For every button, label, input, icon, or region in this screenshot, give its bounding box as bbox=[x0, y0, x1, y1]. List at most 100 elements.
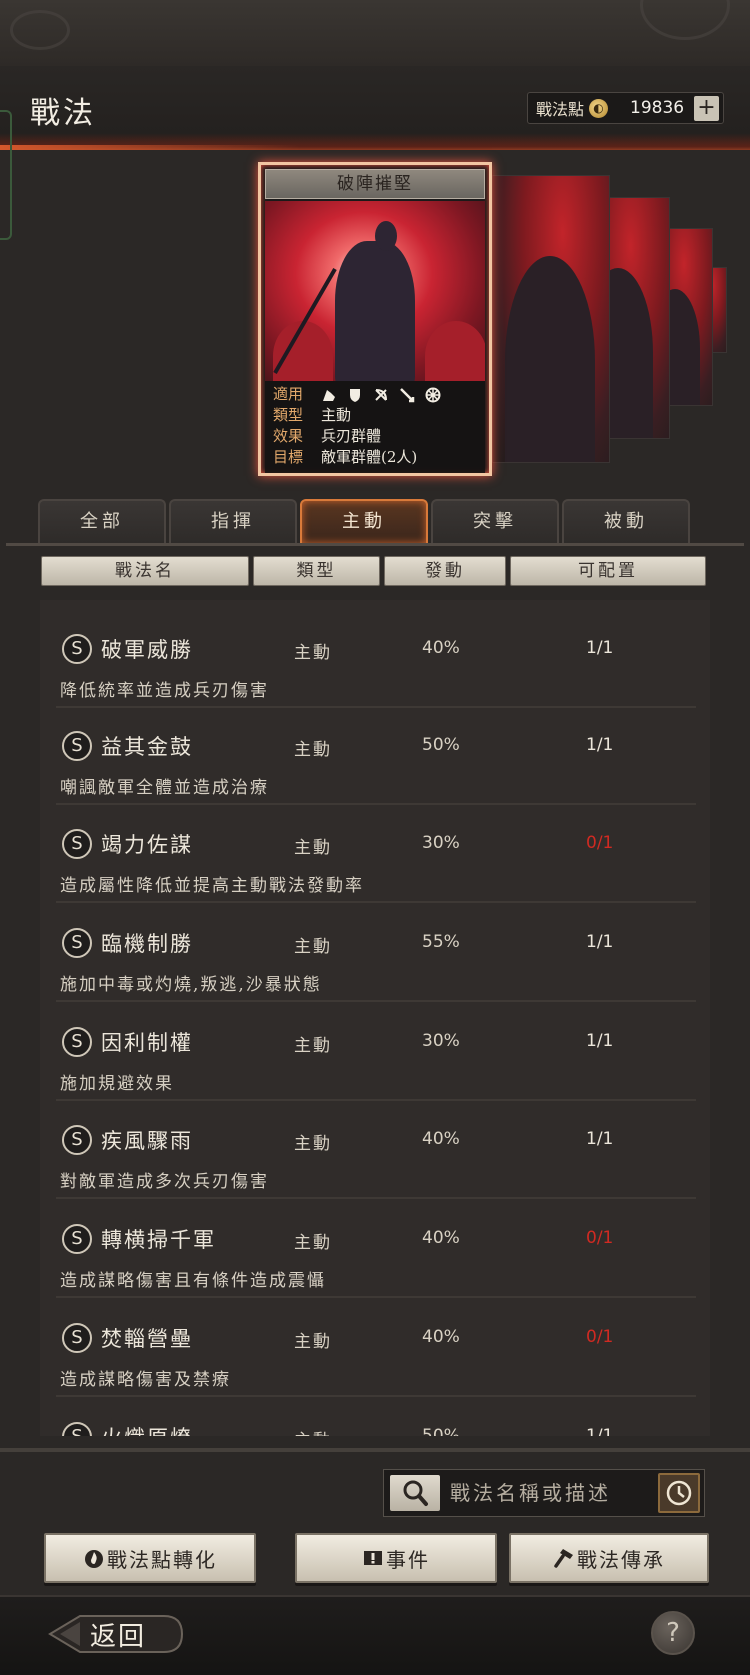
points-coin-icon: ◐ bbox=[589, 98, 609, 118]
info-key-target: 目標 bbox=[273, 448, 304, 466]
info-value-type: 主動 bbox=[321, 406, 352, 424]
clock-icon bbox=[666, 1480, 692, 1506]
tactic-name: 焚輜營壘 bbox=[101, 1327, 193, 1351]
tactic-type: 主動 bbox=[294, 1233, 332, 1253]
flame-icon bbox=[85, 1550, 103, 1568]
column-header-name[interactable]: 戰法名 bbox=[41, 556, 249, 586]
tactic-row[interactable]: S 竭力佐謀 主動 30% 0/1 造成屬性降低並提高主動戰法發動率 bbox=[56, 809, 696, 903]
tactic-description: 造成謀略傷害且有條件造成震懾 bbox=[60, 1271, 326, 1291]
events-button[interactable]: 事件 bbox=[295, 1533, 497, 1583]
tactic-row[interactable]: S 轉横掃千軍 主動 40% 0/1 造成謀略傷害且有條件造成震懾 bbox=[56, 1204, 696, 1298]
tactic-row[interactable]: S 焚輜營壘 主動 40% 0/1 造成謀略傷害及禁療 bbox=[56, 1303, 696, 1397]
tactic-rate: 50% bbox=[422, 735, 460, 755]
search-button[interactable] bbox=[390, 1475, 440, 1511]
grade-badge: S bbox=[62, 928, 92, 958]
tactic-description: 嘲諷敵軍全體並造成治療 bbox=[60, 778, 269, 798]
grade-badge: S bbox=[62, 829, 92, 859]
convert-points-button[interactable]: 戰法點轉化 bbox=[44, 1533, 256, 1583]
search-box bbox=[383, 1469, 705, 1517]
tactic-row[interactable]: S 破軍威勝 主動 40% 1/1 降低統率並造成兵刃傷害 bbox=[56, 614, 696, 708]
tactic-available: 1/1 bbox=[586, 1426, 614, 1436]
tactic-description: 造成屬性降低並提高主動戰法發動率 bbox=[60, 876, 364, 896]
tactic-type: 主動 bbox=[294, 643, 332, 663]
grade-badge: S bbox=[62, 1224, 92, 1254]
tactic-available: 1/1 bbox=[586, 735, 614, 755]
tactic-rate: 55% bbox=[422, 932, 460, 952]
featured-tactic-card[interactable]: 破陣摧堅 適用 類型 主動 效果 兵刃群體 目標 敵軍群體(2人) bbox=[258, 162, 492, 476]
tactic-row[interactable]: S 火熾原燎 主動 50% 1/1 bbox=[56, 1402, 696, 1436]
tactic-available: 1/1 bbox=[586, 638, 614, 658]
tactic-available: 1/1 bbox=[586, 1031, 614, 1051]
tactic-type: 主動 bbox=[294, 838, 332, 858]
tactic-rate: 50% bbox=[422, 1426, 460, 1436]
column-header-available[interactable]: 可配置 bbox=[510, 556, 706, 586]
add-points-button[interactable]: + bbox=[694, 96, 719, 121]
grade-badge: S bbox=[62, 1323, 92, 1353]
tactic-rate: 40% bbox=[422, 1129, 460, 1149]
tactic-description: 對敵軍造成多次兵刃傷害 bbox=[60, 1172, 269, 1192]
help-button[interactable]: ? bbox=[651, 1611, 695, 1655]
page-title: 戰法 bbox=[30, 96, 96, 131]
info-value-effect: 兵刃群體 bbox=[321, 427, 382, 445]
tactic-available: 0/1 bbox=[586, 1228, 614, 1248]
tactic-available: 1/1 bbox=[586, 1129, 614, 1149]
tactic-available: 0/1 bbox=[586, 833, 614, 853]
info-key-applicable: 適用 bbox=[273, 385, 304, 403]
tactic-type: 主動 bbox=[294, 1332, 332, 1352]
search-input[interactable] bbox=[450, 1476, 640, 1510]
tactic-rate: 40% bbox=[422, 1327, 460, 1347]
tactic-name: 轉横掃千軍 bbox=[101, 1228, 216, 1252]
grade-badge: S bbox=[62, 731, 92, 761]
side-drawer-tab[interactable] bbox=[0, 110, 12, 240]
back-button[interactable]: 返回 bbox=[46, 1610, 188, 1658]
points-label: 戰法點 bbox=[536, 100, 585, 119]
tactic-rate: 30% bbox=[422, 1031, 460, 1051]
tab-passive[interactable]: 被動 bbox=[562, 499, 690, 543]
tactic-description: 施加中毒或灼燒,叛逃,沙暴狀態 bbox=[60, 975, 322, 995]
tab-all[interactable]: 全部 bbox=[38, 499, 166, 543]
tab-command[interactable]: 指揮 bbox=[169, 499, 297, 543]
tactic-name: 破軍威勝 bbox=[101, 638, 193, 662]
tactics-list[interactable]: S 破軍威勝 主動 40% 1/1 降低統率並造成兵刃傷害 S 益其金鼓 主動 50% 1/1 嘲諷敵… bbox=[40, 600, 710, 1436]
tab-assault[interactable]: 突擊 bbox=[431, 499, 559, 543]
history-button[interactable] bbox=[658, 1473, 700, 1513]
tactic-type: 主動 bbox=[294, 1134, 332, 1154]
tactic-row[interactable]: S 臨機制勝 主動 55% 1/1 施加中毒或灼燒,叛逃,沙暴狀態 bbox=[56, 908, 696, 1002]
info-key-effect: 效果 bbox=[273, 427, 304, 445]
info-value-target: 敵軍群體(2人) bbox=[321, 448, 418, 466]
tactic-description: 造成謀略傷害及禁療 bbox=[60, 1370, 231, 1390]
tactic-type: 主動 bbox=[294, 740, 332, 760]
tactic-name: 臨機制勝 bbox=[101, 932, 193, 956]
tab-divider bbox=[6, 543, 744, 546]
info-key-type: 類型 bbox=[273, 406, 304, 424]
inherit-tactic-label: 戰法傳承 bbox=[577, 1547, 665, 1572]
column-header-type[interactable]: 類型 bbox=[253, 556, 380, 586]
tactic-rate: 30% bbox=[422, 833, 460, 853]
column-header-rate[interactable]: 發動 bbox=[384, 556, 506, 586]
cavalry-icon bbox=[323, 389, 335, 401]
tactic-available: 1/1 bbox=[586, 932, 614, 952]
tactic-type: 主動 bbox=[294, 1426, 332, 1436]
list-divider bbox=[0, 1448, 750, 1452]
tactic-available: 0/1 bbox=[586, 1327, 614, 1347]
shield-icon bbox=[350, 388, 360, 402]
card-name: 破陣摧堅 bbox=[265, 169, 485, 199]
events-label: 事件 bbox=[386, 1547, 430, 1572]
tab-active[interactable]: 主動 bbox=[300, 499, 428, 543]
tactic-row[interactable]: S 疾風驟雨 主動 40% 1/1 對敵軍造成多次兵刃傷害 bbox=[56, 1105, 696, 1199]
grade-badge: S bbox=[62, 634, 92, 664]
tactic-row[interactable]: S 因利制權 主動 30% 1/1 施加規避效果 bbox=[56, 1007, 696, 1101]
tactic-name: 疾風驟雨 bbox=[101, 1129, 193, 1153]
tactic-name: 因利制權 bbox=[101, 1031, 193, 1055]
tactic-name: 竭力佐謀 bbox=[101, 833, 193, 857]
grade-badge: S bbox=[62, 1027, 92, 1057]
tactic-name: 火熾原燎 bbox=[101, 1422, 193, 1436]
siege-wheel-icon bbox=[425, 387, 441, 402]
tactic-row[interactable]: S 益其金鼓 主動 50% 1/1 嘲諷敵軍全體並造成治療 bbox=[56, 711, 696, 805]
tactic-rate: 40% bbox=[422, 638, 460, 658]
inherit-tactic-button[interactable]: 戰法傳承 bbox=[509, 1533, 709, 1583]
carousel-card[interactable] bbox=[492, 175, 610, 463]
search-icon bbox=[403, 1480, 428, 1506]
top-decor-band bbox=[0, 0, 750, 66]
alert-book-icon bbox=[364, 1551, 382, 1565]
